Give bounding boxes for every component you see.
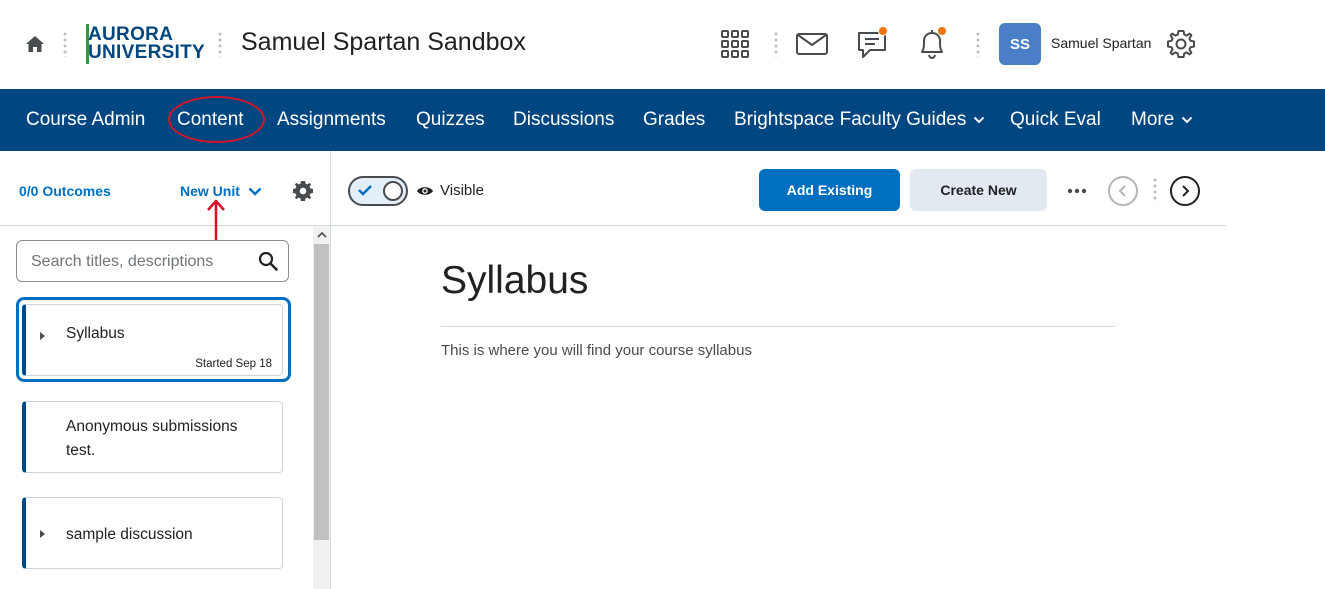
panel-divider [0,225,331,226]
course-navbar: Course Admin Content Assignments Quizzes… [0,89,1325,151]
previous-topic-button[interactable] [1108,176,1138,206]
search-input-box[interactable] [16,240,289,282]
nav-label: More [1131,109,1175,130]
expand-caret-icon[interactable] [40,530,45,538]
nav-quizzes[interactable]: Quizzes [416,89,485,151]
eye-icon [416,185,434,197]
chevron-down-icon [248,187,262,196]
nav-brightspace-guides[interactable]: Brightspace Faculty Guides [734,89,985,151]
settings-gear-icon[interactable] [292,180,314,207]
user-name[interactable]: Samuel Spartan [1051,35,1151,51]
scroll-up-arrow-icon[interactable] [313,226,330,243]
title-divider [441,326,1115,327]
outcomes-link[interactable]: 0/0 Outcomes [19,183,111,199]
nav-label: Discussions [513,109,615,130]
expand-caret-icon[interactable] [40,332,45,340]
university-logo[interactable]: AURORA UNIVERSITY [86,24,205,64]
unit-title: Anonymous submissions test. [66,415,237,463]
mail-icon[interactable] [795,30,829,58]
nav-label: Content [177,109,244,130]
notification-dot [878,26,888,36]
visibility-label: Visible [440,182,484,199]
bell-icon[interactable] [917,26,947,60]
create-new-button[interactable]: Create New [910,169,1047,211]
unit-description: This is where you will find your course … [441,342,752,359]
avatar[interactable]: SS [999,23,1041,65]
unit-title: sample discussion [66,526,193,543]
nav-assignments[interactable]: Assignments [277,89,386,151]
top-header: AURORA UNIVERSITY Samuel Spartan Sandbox… [0,0,1325,89]
unit-card-sample-discussion[interactable]: sample discussion [22,497,283,569]
chevron-down-icon [1181,116,1193,124]
unit-title: Syllabus [66,325,125,342]
waffle-grid-icon[interactable] [719,28,751,60]
notification-dot [937,26,947,36]
header-separator [976,31,980,57]
scrollbar-thumb[interactable] [314,244,329,540]
panel-scrollbar[interactable] [313,226,330,589]
nav-label: Brightspace Faculty Guides [734,109,967,130]
nav-grades[interactable]: Grades [643,89,705,151]
gear-icon[interactable] [1164,27,1198,61]
search-icon[interactable] [258,251,278,276]
logo-line-2: UNIVERSITY [88,42,206,63]
course-title[interactable]: Samuel Spartan Sandbox [241,28,526,57]
new-unit-button[interactable]: New Unit [180,183,262,199]
page-title: Syllabus [441,259,589,302]
nav-label: Assignments [277,109,386,130]
search-input[interactable] [31,251,251,273]
unit-card-anonymous-submissions[interactable]: Anonymous submissions test. [22,401,283,473]
chat-icon[interactable] [855,26,889,60]
toolbar-separator [1153,177,1157,203]
nav-label: Quizzes [416,109,485,130]
toggle-knob [383,181,403,201]
home-icon[interactable] [24,33,46,55]
chevron-down-icon [973,116,985,124]
header-separator [63,31,67,57]
nav-label: Course Admin [26,109,146,130]
header-separator [218,31,222,57]
content-toolbar: Visible Add Existing Create New [331,151,1226,226]
add-existing-button[interactable]: Add Existing [759,169,900,211]
visibility-toggle[interactable] [348,176,408,206]
more-options-icon[interactable] [1067,181,1087,199]
nav-course-admin[interactable]: Course Admin [26,89,145,151]
nav-label: Quick Eval [1010,109,1101,130]
new-unit-label: New Unit [180,183,240,199]
nav-quick-eval[interactable]: Quick Eval [1010,89,1101,151]
unit-title-line-2: test. [66,442,96,459]
nav-content[interactable]: Content [177,89,244,151]
nav-label: Grades [643,109,706,130]
unit-title-line-1: Anonymous submissions [66,418,238,435]
nav-more[interactable]: More [1131,89,1193,151]
header-separator [774,31,778,57]
unit-card-syllabus[interactable]: Syllabus Started Sep 18 [22,304,283,376]
next-topic-button[interactable] [1170,176,1200,206]
nav-discussions[interactable]: Discussions [513,89,614,151]
visibility-status: Visible [416,182,484,199]
checkmark-icon [357,183,373,202]
unit-status: Started Sep 18 [195,358,272,370]
